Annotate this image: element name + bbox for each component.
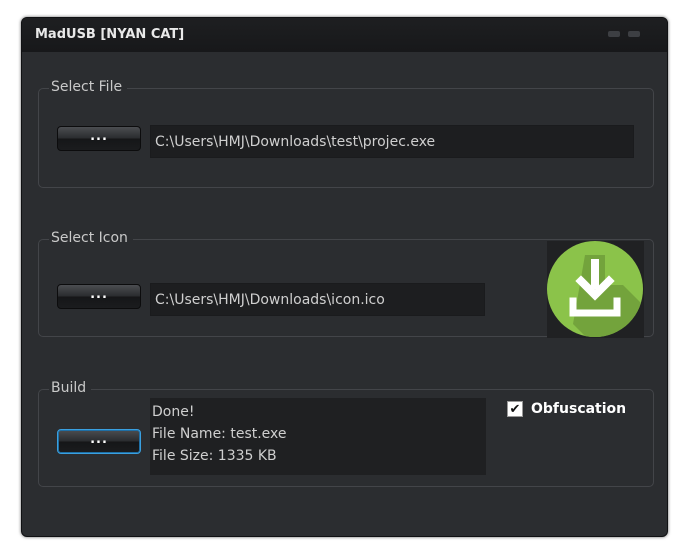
build-log-file-size: File Size: 1335 KB (152, 448, 277, 464)
file-path-field[interactable]: C:\Users\HMJ\Downloads\test\projec.exe (150, 125, 634, 158)
select-icon-group-label: Select Icon (49, 230, 133, 246)
minimize-button[interactable] (608, 31, 620, 37)
build-log-file-name: File Name: test.exe (152, 426, 287, 442)
browse-icon-button[interactable]: ... (57, 284, 141, 309)
build-log-status: Done! (152, 404, 195, 420)
build-group-label: Build (49, 380, 92, 396)
icon-preview (547, 241, 644, 338)
select-file-group: Select File ... C:\Users\HMJ\Downloads\t… (38, 79, 654, 188)
checkmark-icon[interactable]: ✔ (507, 401, 523, 417)
title-bar[interactable]: MadUSB [NYAN CAT] (22, 18, 667, 52)
select-file-group-label: Select File (49, 79, 128, 95)
window-title: MadUSB [NYAN CAT] (35, 27, 185, 42)
download-icon (547, 241, 643, 337)
build-log: Done! File Name: test.exe File Size: 133… (150, 398, 486, 475)
main-window: MadUSB [NYAN CAT] Select File ... C:\Use… (21, 17, 668, 537)
build-group: Build ... Done! File Name: test.exe File… (38, 380, 654, 487)
select-icon-group: Select Icon ... C:\Users\HMJ\Downloads\i… (38, 230, 654, 338)
build-button[interactable]: ... (57, 429, 141, 454)
icon-path-field[interactable]: C:\Users\HMJ\Downloads\icon.ico (150, 283, 485, 316)
obfuscation-checkbox[interactable]: ✔ Obfuscation (507, 401, 626, 417)
browse-file-button[interactable]: ... (57, 126, 141, 151)
obfuscation-label[interactable]: Obfuscation (531, 401, 626, 417)
close-button[interactable] (628, 31, 640, 37)
